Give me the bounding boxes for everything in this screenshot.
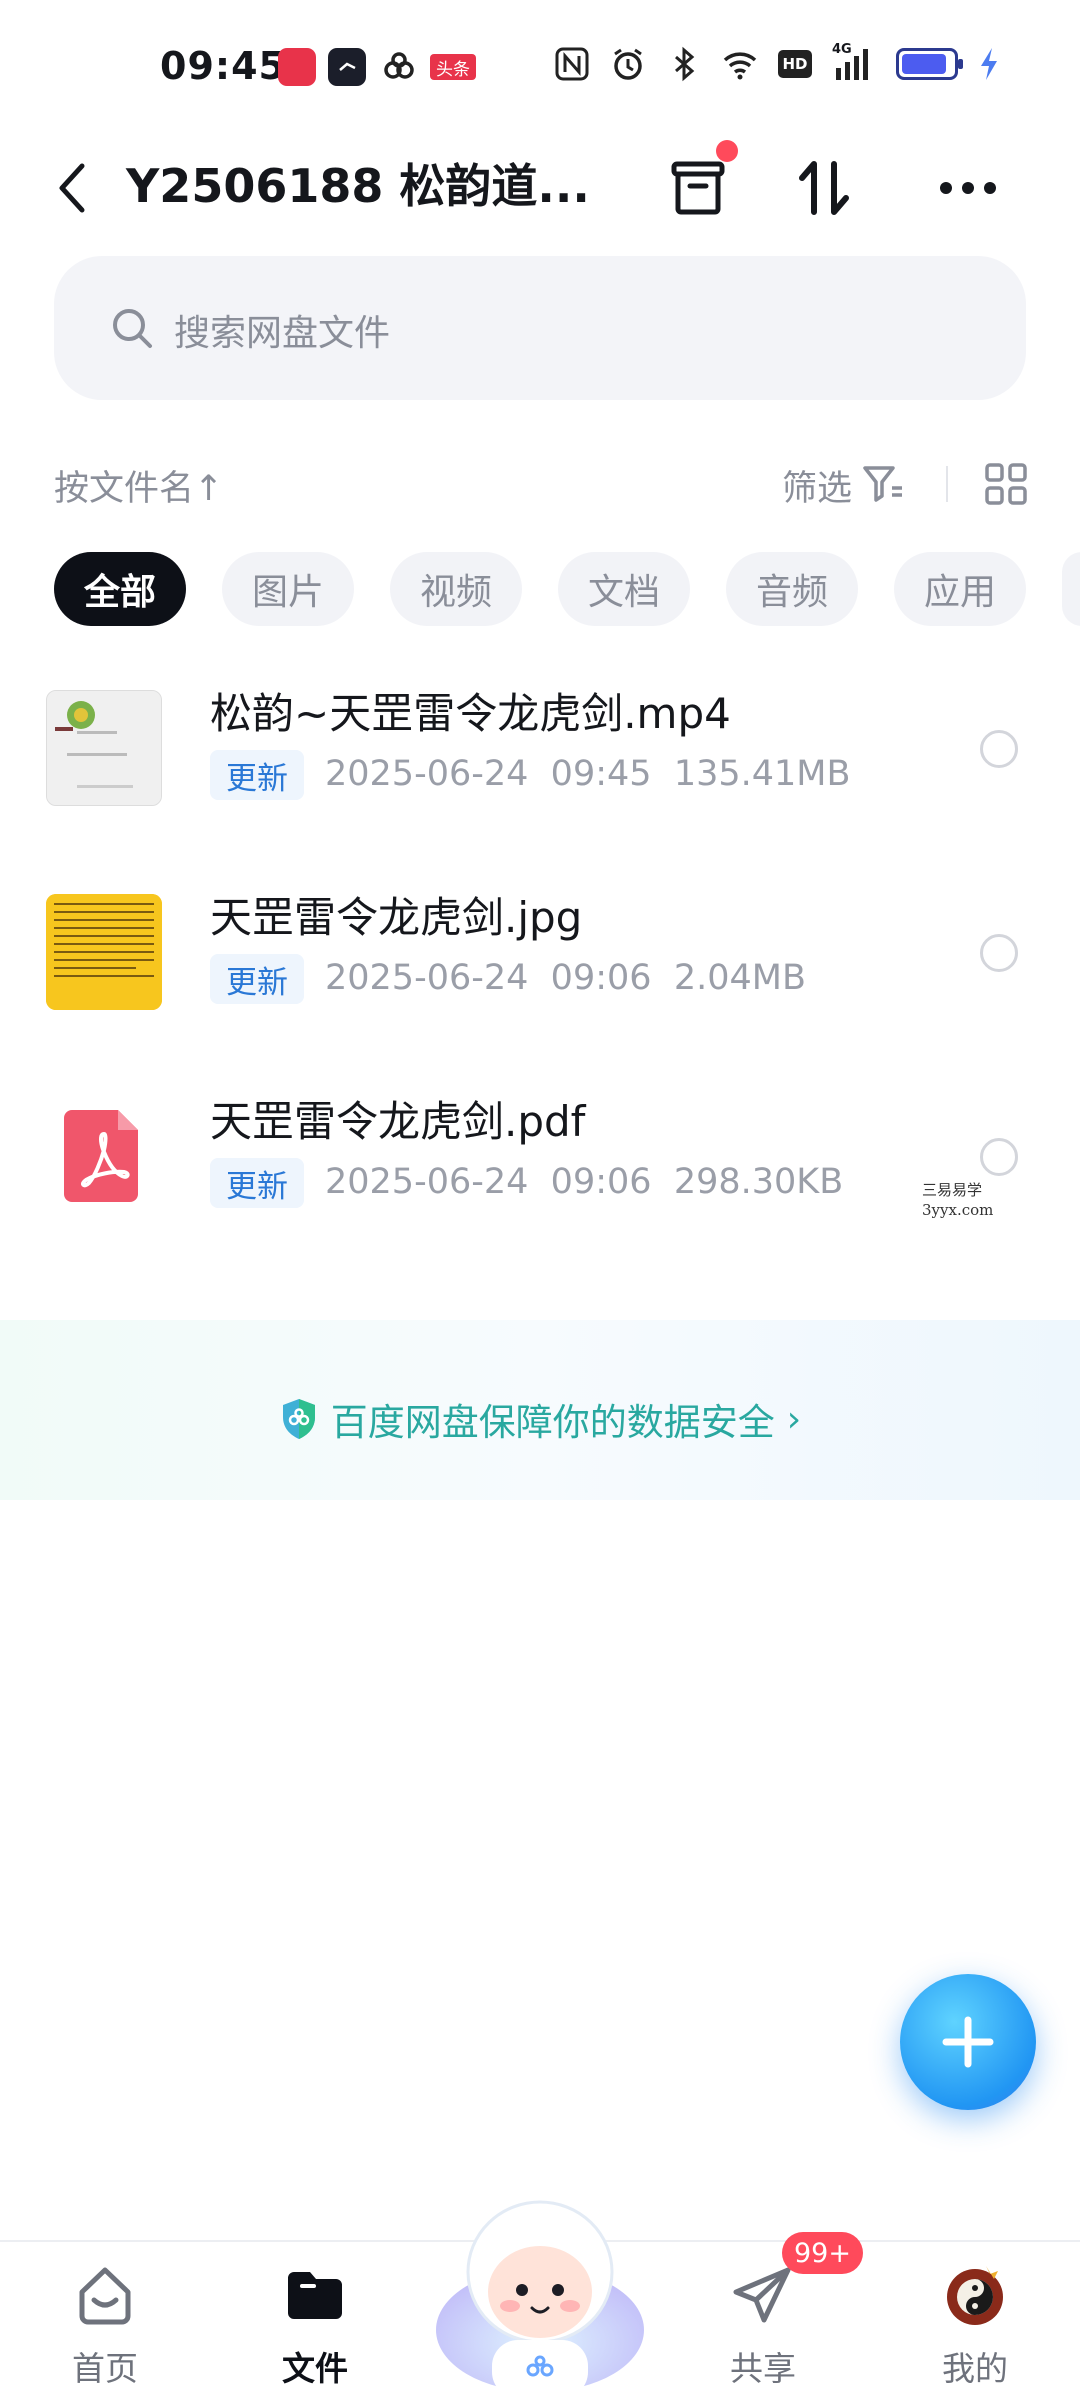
sort-by-name-button[interactable]: 按文件名↑	[54, 460, 223, 511]
nav-home[interactable]: 首页	[22, 2242, 182, 2402]
file-date: 2025-06-24	[325, 1162, 529, 1202]
shield-icon	[282, 1399, 315, 1439]
file-time: 09:06	[550, 958, 652, 998]
sort-filter-row: 按文件名↑ 筛选	[0, 448, 1080, 518]
security-link[interactable]: 百度网盘保障你的数据安全 ›	[0, 1392, 1080, 1446]
security-banner: 百度网盘保障你的数据安全 ›	[0, 1320, 1080, 1500]
video-thumbnail	[46, 690, 162, 806]
battery-icon	[896, 48, 963, 80]
notification-dot	[716, 140, 738, 162]
chip-videos[interactable]: 视频	[390, 552, 522, 626]
nav-share-label: 共享	[730, 2349, 796, 2388]
charging-icon	[981, 48, 997, 80]
sort-button[interactable]	[782, 146, 866, 230]
security-text: 百度网盘保障你的数据安全	[330, 1401, 775, 1444]
plus-icon	[942, 2016, 994, 2068]
file-size: 135.41MB	[673, 754, 851, 794]
select-radio[interactable]	[980, 934, 1018, 972]
chip-images[interactable]: 图片	[222, 552, 354, 626]
folder-icon	[288, 2272, 342, 2319]
app-icon-baidupan	[380, 48, 418, 86]
chip-more[interactable]	[1062, 552, 1080, 626]
search-icon	[113, 309, 152, 348]
pdf-file-icon	[46, 1098, 162, 1214]
update-badge: 更新	[210, 1158, 304, 1208]
file-date: 2025-06-24	[325, 958, 529, 998]
archive-box-icon	[671, 161, 725, 215]
watermark-line1: 三易易学	[922, 1181, 983, 1199]
file-date: 2025-06-24	[325, 754, 529, 794]
divider	[946, 466, 948, 502]
app-icon-clock	[328, 48, 366, 86]
update-badge: 更新	[210, 750, 304, 800]
update-badge: 更新	[210, 954, 304, 1004]
paper-plane-icon	[733, 2267, 791, 2323]
file-size: 298.30KB	[673, 1162, 844, 1202]
status-time: 09:45	[160, 44, 286, 88]
nav-profile-label: 我的	[942, 2349, 1008, 2388]
status-bar: 09:45 头条 HD 4G	[0, 0, 1080, 136]
file-time: 09:45	[550, 754, 652, 794]
sort-label: 按文件名	[54, 469, 195, 509]
grid-view-icon[interactable]	[984, 462, 1028, 506]
nav-files-label: 文件	[282, 2349, 348, 2388]
signal-label: 4G	[832, 42, 852, 57]
transfer-list-button[interactable]	[656, 140, 740, 230]
chevron-right-icon: ›	[786, 1398, 802, 1440]
back-arrow-icon[interactable]	[52, 158, 92, 218]
category-chips: 全部 图片 视频 文档 音频 应用	[54, 552, 1080, 626]
mascot-icon	[436, 2200, 644, 2398]
watermark-line2: 3yyx.com	[922, 1201, 994, 1219]
file-row[interactable]: 天罡雷令龙虎剑.jpg 更新 2025-06-24 09:06 2.04MB	[0, 884, 1080, 1084]
sort-direction-icon: ↑	[194, 469, 224, 509]
alarm-icon	[614, 48, 642, 80]
file-size: 2.04MB	[673, 958, 806, 998]
signal-icon: 4G	[832, 42, 876, 82]
file-row[interactable]: 天罡雷令龙虎剑.pdf 更新 2025-06-24 09:06 298.30KB	[0, 1088, 1080, 1288]
chip-audio[interactable]: 音频	[726, 552, 858, 626]
filter-button[interactable]: 筛选	[782, 460, 852, 511]
add-button[interactable]	[900, 1974, 1036, 2110]
chip-documents[interactable]: 文档	[558, 552, 690, 626]
file-time: 09:06	[550, 1162, 652, 1202]
toutiao-icon: 头条	[430, 54, 476, 80]
status-icons: HD 4G	[554, 42, 1000, 82]
nav-files[interactable]: 文件	[232, 2242, 392, 2402]
file-meta: 2025-06-24 09:06 298.30KB	[325, 1162, 843, 1202]
sort-arrows-icon	[799, 161, 849, 215]
bluetooth-icon	[675, 46, 695, 82]
page-title: Y2506188 松韵道...	[126, 159, 590, 213]
chip-apps[interactable]: 应用	[894, 552, 1026, 626]
share-count-badge: 99+	[782, 2232, 863, 2274]
hd-icon: HD	[778, 50, 812, 78]
select-radio[interactable]	[980, 730, 1018, 768]
chip-all[interactable]: 全部	[54, 552, 186, 626]
home-icon	[79, 2267, 131, 2325]
header-bar: Y2506188 松韵道...	[0, 136, 1080, 256]
nav-profile[interactable]: 我的	[892, 2242, 1052, 2402]
more-dots-icon	[940, 182, 996, 194]
file-name: 松韵~天罡雷令龙虎剑.mp4	[210, 689, 731, 738]
avatar-yinyang-icon	[947, 2266, 1003, 2325]
file-name: 天罡雷令龙虎剑.pdf	[210, 1097, 586, 1146]
file-name: 天罡雷令龙虎剑.jpg	[210, 893, 583, 942]
search-bar[interactable]: 搜索网盘文件	[54, 256, 1026, 400]
wifi-icon	[723, 52, 757, 80]
file-row[interactable]: 松韵~天罡雷令龙虎剑.mp4 更新 2025-06-24 09:45 135.4…	[0, 680, 1080, 880]
more-button[interactable]	[926, 146, 1010, 230]
nfc-icon	[555, 47, 589, 81]
mascot-assistant-button[interactable]	[430, 2180, 650, 2400]
nav-home-label: 首页	[72, 2349, 138, 2388]
file-meta: 2025-06-24 09:06 2.04MB	[325, 958, 806, 998]
filter-icon[interactable]	[862, 464, 906, 504]
app-icon-red	[278, 48, 316, 86]
image-thumbnail	[46, 894, 162, 1010]
search-placeholder: 搜索网盘文件	[174, 313, 391, 354]
file-meta: 2025-06-24 09:45 135.41MB	[325, 754, 851, 794]
watermark: 三易易学 3yyx.com	[922, 1180, 993, 1220]
select-radio[interactable]	[980, 1138, 1018, 1176]
